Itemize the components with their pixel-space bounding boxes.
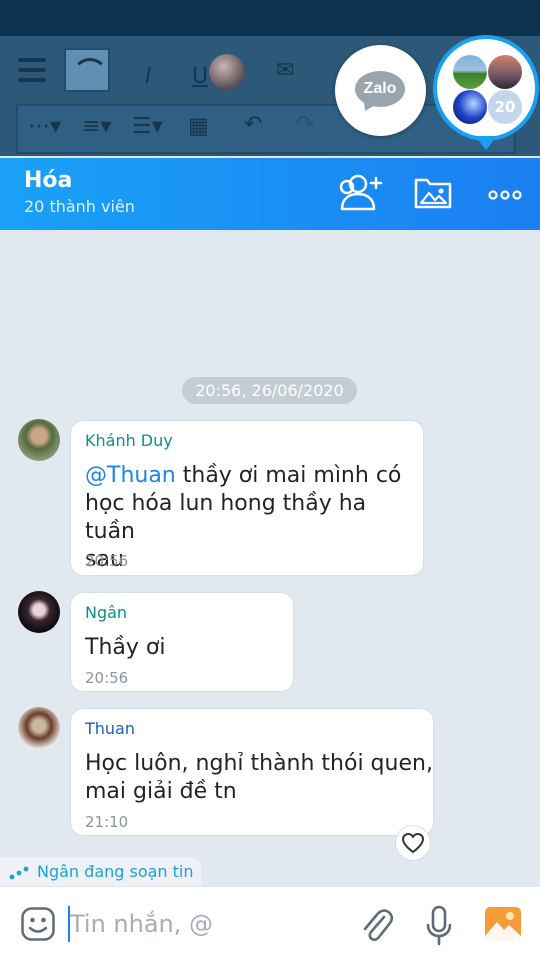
message-input[interactable] xyxy=(70,904,340,944)
sender-name: Thuan xyxy=(85,719,135,738)
typing-dots-icon xyxy=(9,866,29,880)
message-bubble[interactable]: Ngân Thầy ơi 20:56 xyxy=(70,592,294,692)
paperclip-icon[interactable] xyxy=(360,905,394,945)
message-text-line: thầy ơi mai mình có xyxy=(175,463,402,488)
underline-icon: U xyxy=(192,64,209,89)
member-avatar xyxy=(453,55,487,89)
image-gallery-icon[interactable] xyxy=(484,906,522,942)
media-folder-icon[interactable] xyxy=(413,174,453,210)
zalo-logo-text: Zalo xyxy=(363,80,397,97)
message-time: 20:56 xyxy=(85,669,129,687)
message-text: Thầy ơi xyxy=(85,635,166,660)
message-text: @Thuan thầy ơi mai mình có học hóa lun h… xyxy=(85,462,423,574)
mention-link[interactable]: @Thuan xyxy=(85,463,176,488)
message-text: Học luôn, nghỉ thành thói quen, mai giải… xyxy=(85,750,433,806)
member-avatar xyxy=(453,90,487,124)
add-member-icon[interactable] xyxy=(336,172,388,212)
message-text-line: Học luôn, nghỉ thành thói quen, xyxy=(85,751,433,776)
react-button[interactable] xyxy=(395,825,431,861)
chat-head-pointer xyxy=(475,136,497,150)
table-icon: ▦ xyxy=(188,114,209,139)
message-time: 21:10 xyxy=(85,813,129,831)
heart-icon xyxy=(401,832,425,854)
date-separator: 20:56, 26/06/2020 xyxy=(182,377,357,404)
member-avatar xyxy=(488,55,522,89)
avatar[interactable] xyxy=(18,707,60,749)
emoji-icon[interactable] xyxy=(20,906,56,942)
align-icon: ≡▾ xyxy=(82,114,112,139)
background-avatar xyxy=(209,54,245,90)
group-name[interactable]: Hóa xyxy=(24,168,72,193)
status-bar xyxy=(0,0,540,36)
message-time: 20:56 xyxy=(85,552,129,570)
message-text-line: mai giải đề tn xyxy=(85,779,237,804)
chat-header xyxy=(0,158,540,230)
sender-name: Khánh Duy xyxy=(85,431,173,450)
more-options-icon[interactable] xyxy=(488,186,522,200)
message-bubble[interactable]: Khánh Duy @Thuan thầy ơi mai mình có học… xyxy=(70,420,424,576)
microphone-icon[interactable] xyxy=(424,905,454,947)
list-icon: ☰▾ xyxy=(132,114,163,139)
more-horizontal-icon: ⋯▾ xyxy=(28,114,62,139)
member-count-badge: 20 xyxy=(488,90,522,124)
avatar[interactable] xyxy=(18,591,60,633)
undo-icon: ↶ xyxy=(244,112,263,137)
member-count[interactable]: 20 thành viên xyxy=(24,197,135,216)
background-logo xyxy=(64,48,110,92)
mail-icon: ✉ xyxy=(276,58,295,83)
message-bubble[interactable]: Thuan Học luôn, nghỉ thành thói quen, ma… xyxy=(70,708,434,836)
redo-icon: ↷ xyxy=(296,112,315,137)
message-text-line: học hóa lun hong thầy ha tuần xyxy=(85,491,367,544)
italic-icon: I xyxy=(145,64,152,89)
group-chat-head[interactable]: 20 xyxy=(433,35,539,141)
hamburger-menu-icon xyxy=(18,58,46,82)
typing-indicator-text: Ngân đang soạn tin xyxy=(37,862,194,881)
sender-name: Ngân xyxy=(85,603,128,622)
avatar[interactable] xyxy=(18,419,60,461)
zalo-chat-head[interactable]: Zalo xyxy=(335,45,426,136)
